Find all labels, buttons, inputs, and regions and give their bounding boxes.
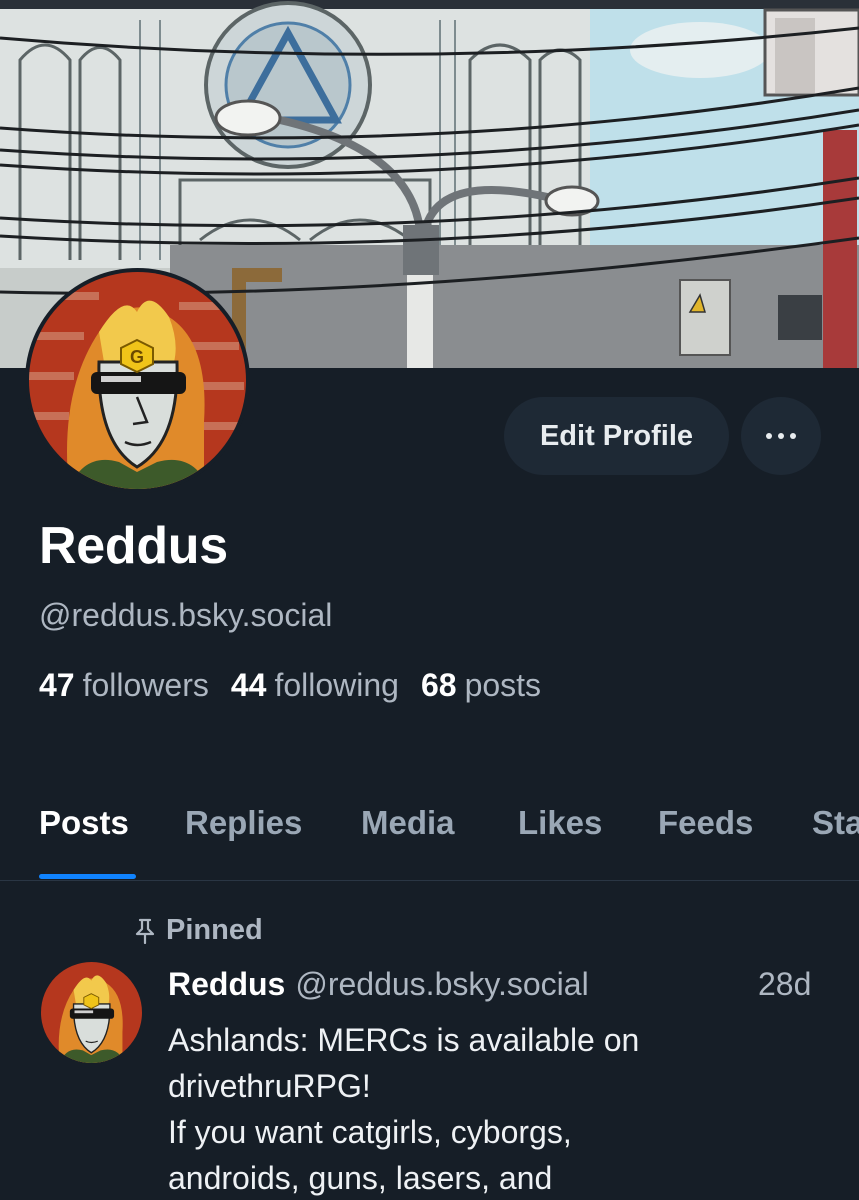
post-author-name[interactable]: Reddus <box>168 966 285 1002</box>
svg-text:G: G <box>130 347 144 367</box>
followers-link[interactable]: 47 followers <box>39 667 209 704</box>
profile-tabs: Posts Replies Media Likes Feeds Sta <box>0 790 859 881</box>
edit-profile-button[interactable]: Edit Profile <box>504 397 729 475</box>
more-options-button[interactable] <box>741 397 821 475</box>
following-link[interactable]: 44 following <box>231 667 399 704</box>
avatar-illustration: G <box>29 272 246 489</box>
tab-media[interactable]: Media <box>361 804 455 842</box>
posts-label: posts <box>464 667 542 703</box>
profile-page: G Edit Profile Reddus @reddus.bsky.socia… <box>0 0 859 1200</box>
posts-count: 68 <box>420 667 457 703</box>
following-count: 44 <box>230 667 267 703</box>
post-author-avatar[interactable] <box>41 962 142 1063</box>
following-label: following <box>274 667 399 703</box>
more-horizontal-icon <box>766 433 796 439</box>
followers-label: followers <box>82 667 209 703</box>
pin-icon <box>134 918 156 944</box>
post-timestamp[interactable]: 28d <box>758 966 811 1003</box>
profile-avatar[interactable]: G <box>25 268 250 493</box>
active-tab-indicator <box>39 874 136 879</box>
post-text-line: drivethruRPG! <box>168 1068 371 1104</box>
post-text-line: If you want catgirls, cyborgs, <box>168 1114 572 1150</box>
tab-starter-packs[interactable]: Sta <box>812 804 859 842</box>
post-avatar-illustration <box>41 962 142 1063</box>
post-body[interactable]: Ashlands: MERCs is available on drivethr… <box>168 1017 848 1200</box>
followers-count: 47 <box>39 667 75 703</box>
post-text-line: androids, guns, lasers, and <box>168 1160 553 1196</box>
tab-replies[interactable]: Replies <box>185 804 302 842</box>
post-text-line: Ashlands: MERCs is available on <box>168 1022 640 1058</box>
pinned-label: Pinned <box>166 914 263 946</box>
tab-likes[interactable]: Likes <box>518 804 602 842</box>
tab-posts[interactable]: Posts <box>39 804 129 842</box>
pinned-indicator: Pinned <box>134 914 263 947</box>
post-author-handle[interactable]: @reddus.bsky.social <box>295 966 588 1002</box>
post-header: Reddus @reddus.bsky.social <box>168 966 589 1003</box>
edit-profile-label: Edit Profile <box>539 419 694 452</box>
tab-feeds[interactable]: Feeds <box>658 804 753 842</box>
display-name: Reddus <box>39 517 228 575</box>
profile-handle: @reddus.bsky.social <box>39 597 333 633</box>
posts-stat: 68 posts <box>421 667 541 704</box>
profile-stats: 47 followers 44 following 68 posts <box>39 667 541 704</box>
